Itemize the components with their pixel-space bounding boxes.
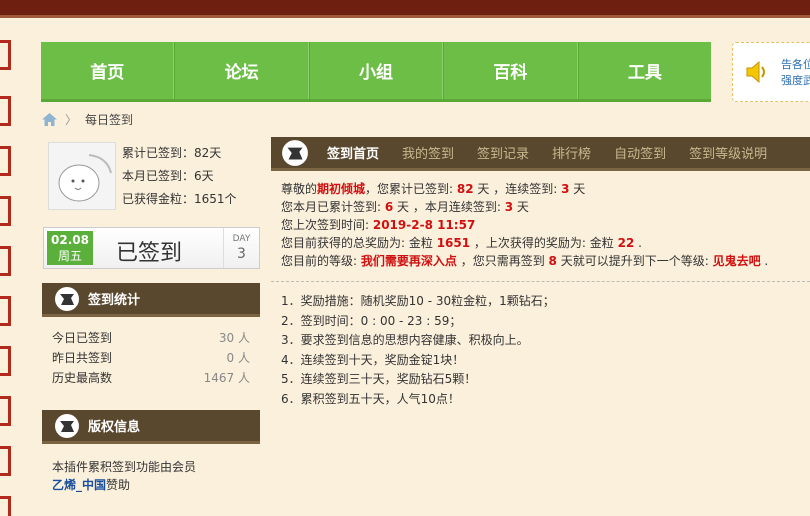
copyright-panel-header: 版权信息 bbox=[42, 410, 260, 444]
list-item: 今日已签到 30 人 bbox=[52, 331, 250, 345]
avatar-image bbox=[58, 154, 112, 202]
avatar[interactable] bbox=[48, 142, 116, 210]
site-logo-icon bbox=[282, 139, 308, 166]
next-level: 见鬼去吧 bbox=[712, 254, 761, 268]
divider bbox=[271, 281, 810, 282]
copyright-text: 本插件累积签到功能由会员 乙烯_中国赞助 bbox=[52, 460, 197, 492]
sign-status-text: 已签到 bbox=[116, 241, 183, 266]
list-item: 2．签到时间：0 : 00 - 23 : 59； bbox=[281, 313, 462, 328]
sign-info: 尊敬的期初倾城，您累计已签到: 82 天 ，连续签到: 3 天 您本月已累计签到… bbox=[281, 182, 769, 268]
site-logo-icon bbox=[55, 286, 79, 311]
stats-panel-header: 签到统计 bbox=[42, 283, 260, 317]
list-item: 5．连续签到三十天，奖励钻石5颗！ bbox=[281, 372, 477, 386]
tab-auto-sign[interactable]: 自动签到 bbox=[614, 143, 666, 162]
tab-sign-records[interactable]: 签到记录 bbox=[477, 143, 529, 162]
nav-wiki[interactable]: 百科 bbox=[443, 42, 578, 99]
sign-date-badge: 02.08 周五 bbox=[47, 231, 93, 265]
site-logo-icon bbox=[55, 413, 79, 438]
tab-sign-home[interactable]: 签到首页 bbox=[327, 143, 379, 162]
sign-status-box[interactable]: 02.08 周五 已签到 DAY 3 bbox=[43, 227, 260, 269]
tab-my-sign[interactable]: 我的签到 bbox=[402, 143, 454, 162]
list-item: 1．奖励措施：随机奖励10 - 30粒金粒，1颗钻石； bbox=[281, 294, 555, 308]
list-item: 4．连续签到十天，奖励金锭1块！ bbox=[281, 352, 465, 367]
home-icon[interactable] bbox=[42, 112, 57, 126]
top-banner bbox=[0, 0, 810, 18]
nav-tools[interactable]: 工具 bbox=[577, 42, 711, 99]
nav-forum[interactable]: 论坛 bbox=[174, 42, 309, 99]
main-nav: 首页 论坛 小组 百科 工具 bbox=[41, 42, 711, 102]
nav-home[interactable]: 首页 bbox=[41, 42, 175, 99]
list-item: 历史最高数 1467 人 bbox=[52, 371, 250, 385]
announcement-box[interactable]: 告各位 强度武 bbox=[732, 42, 810, 102]
streak-day-counter: DAY 3 bbox=[223, 228, 259, 268]
list-item: 3．要求签到信息的思想内容健康、积极向上。 bbox=[281, 333, 529, 347]
list-item: 6．累积签到五十天，人气10点！ bbox=[281, 391, 460, 406]
sign-rules: 1．奖励措施：随机奖励10 - 30粒金粒，1颗钻石； 2．签到时间：0 : 0… bbox=[281, 292, 555, 409]
nav-group[interactable]: 小组 bbox=[308, 42, 444, 99]
username: 期初倾城 bbox=[317, 182, 366, 196]
list-item: 昨日共签到 0 人 bbox=[52, 351, 250, 365]
user-sign-stats: 累计已签到：82天 本月已签到：6天 已获得金粒：1651个 bbox=[122, 146, 237, 206]
sponsor-member-link[interactable]: 乙烯_中国 bbox=[52, 478, 106, 492]
breadcrumb-separator: 〉 bbox=[65, 112, 78, 127]
breadcrumb: 〉 每日签到 bbox=[42, 110, 133, 128]
current-level: 我们需要再深入点 bbox=[360, 254, 457, 268]
breadcrumb-current: 每日签到 bbox=[85, 112, 134, 127]
sign-tabs-bar: 签到首页 我的签到 签到记录 排行榜 自动签到 签到等级说明 bbox=[271, 137, 810, 171]
stats-list: 今日已签到 30 人 昨日共签到 0 人 历史最高数 1467 人 bbox=[52, 328, 250, 388]
tab-ranking[interactable]: 排行榜 bbox=[552, 143, 591, 162]
tab-level-info[interactable]: 签到等级说明 bbox=[689, 143, 767, 162]
left-decorative-border bbox=[0, 40, 13, 516]
speaker-icon bbox=[746, 61, 765, 83]
announcement-text: 告各位 强度武 bbox=[781, 58, 810, 87]
